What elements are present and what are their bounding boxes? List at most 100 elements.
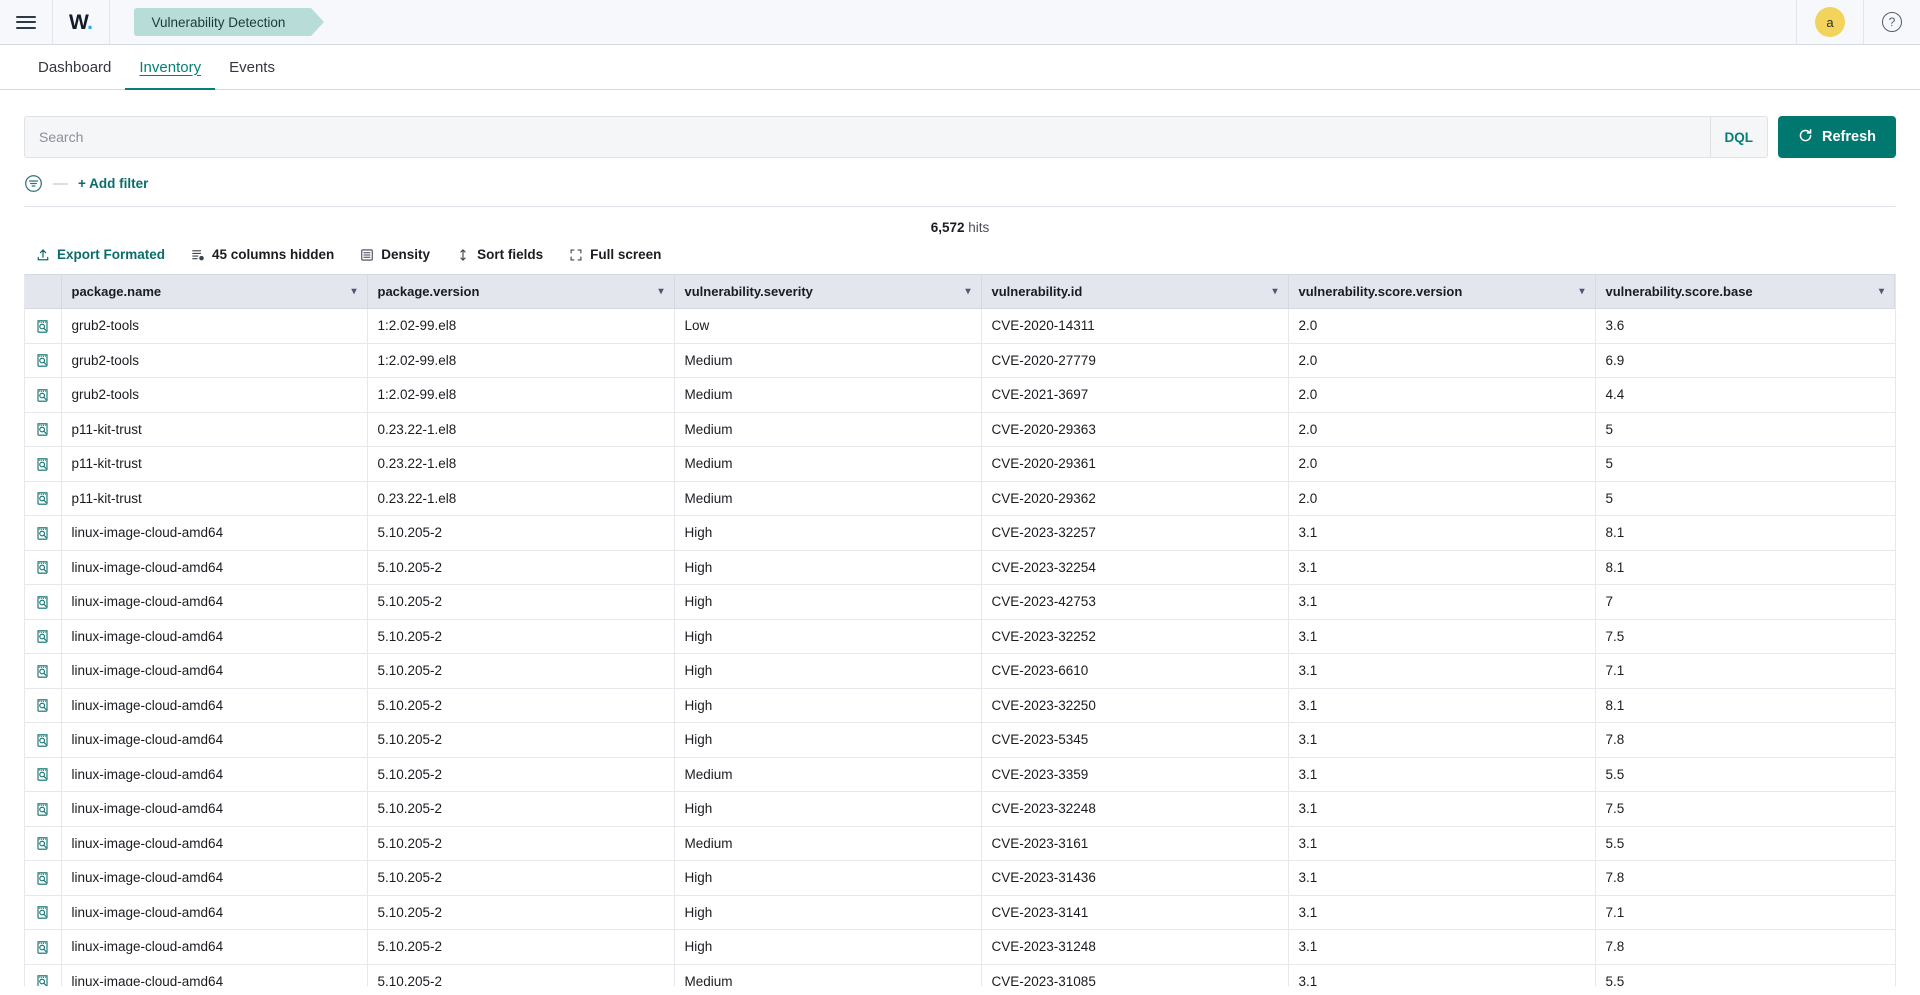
table-row[interactable]: grub2-tools 1:2.02-99.el8 Low CVE-2020-1431… bbox=[25, 308, 1895, 344]
chevron-down-icon[interactable]: ▾ bbox=[965, 286, 970, 297]
table-row[interactable]: linux-image-cloud-amd64 5.10.205-2 Medium C… bbox=[25, 757, 1895, 792]
table-row[interactable]: linux-image-cloud-amd64 5.10.205-2 High CVE… bbox=[25, 860, 1895, 896]
table-cell: 0.23.22-1.el8 bbox=[367, 412, 675, 447]
table-row[interactable]: linux-image-cloud-amd64 5.10.205-2 High CVE… bbox=[25, 791, 1895, 827]
row-expand-cell[interactable] bbox=[25, 688, 62, 723]
row-expand-cell[interactable] bbox=[25, 860, 62, 896]
app-breadcrumb-chip[interactable]: Vulnerability Detection bbox=[133, 8, 325, 36]
table-row[interactable]: p11-kit-trust 0.23.22-1.el8 Medium CVE-2020… bbox=[25, 481, 1895, 516]
add-filter-link[interactable]: + Add filter bbox=[78, 176, 148, 191]
row-expand-cell[interactable] bbox=[25, 481, 62, 516]
inspect-document-icon[interactable] bbox=[35, 422, 50, 437]
filter-list-icon[interactable] bbox=[24, 174, 43, 193]
inspect-document-icon[interactable] bbox=[35, 974, 50, 986]
column-header-package-version[interactable]: package.version ▾ bbox=[367, 274, 675, 309]
table-row[interactable]: grub2-tools 1:2.02-99.el8 Medium CVE-2021-3… bbox=[25, 377, 1895, 413]
table-cell: Medium bbox=[674, 377, 982, 413]
row-expand-cell[interactable] bbox=[25, 584, 62, 620]
help-button[interactable]: ? bbox=[1863, 0, 1920, 44]
inspect-document-icon[interactable] bbox=[35, 905, 50, 920]
user-account-button[interactable]: a bbox=[1796, 0, 1863, 44]
table-cell: linux-image-cloud-amd64 bbox=[61, 619, 368, 654]
refresh-button[interactable]: Refresh bbox=[1778, 116, 1896, 158]
row-expand-cell[interactable] bbox=[25, 722, 62, 758]
columns-hidden-button[interactable]: 45 columns hidden bbox=[191, 247, 334, 262]
table-row[interactable]: linux-image-cloud-amd64 5.10.205-2 High CVE… bbox=[25, 895, 1895, 930]
row-expand-cell[interactable] bbox=[25, 343, 62, 378]
table-row[interactable]: p11-kit-trust 0.23.22-1.el8 Medium CVE-2020… bbox=[25, 446, 1895, 482]
table-cell: High bbox=[674, 860, 982, 896]
inspect-document-icon[interactable] bbox=[35, 526, 50, 541]
full-screen-button[interactable]: Full screen bbox=[569, 247, 661, 262]
inspect-document-icon[interactable] bbox=[35, 802, 50, 817]
column-header-vulnerability-id[interactable]: vulnerability.id ▾ bbox=[981, 274, 1289, 309]
row-expand-cell[interactable] bbox=[25, 757, 62, 792]
table-row[interactable]: linux-image-cloud-amd64 5.10.205-2 High CVE… bbox=[25, 584, 1895, 620]
table-row[interactable]: p11-kit-trust 0.23.22-1.el8 Medium CVE-2020… bbox=[25, 412, 1895, 447]
table-row[interactable]: linux-image-cloud-amd64 5.10.205-2 High CVE… bbox=[25, 929, 1895, 965]
tab-events[interactable]: Events bbox=[215, 45, 289, 89]
dql-language-button[interactable]: DQL bbox=[1709, 117, 1768, 157]
inspect-document-icon[interactable] bbox=[35, 698, 50, 713]
inspect-document-icon[interactable] bbox=[35, 664, 50, 679]
inspect-document-icon[interactable] bbox=[35, 629, 50, 644]
table-cell: 7.1 bbox=[1595, 653, 1895, 689]
row-expand-cell[interactable] bbox=[25, 895, 62, 930]
inspect-document-icon[interactable] bbox=[35, 767, 50, 782]
logo-dot: . bbox=[87, 10, 93, 34]
chevron-down-icon[interactable]: ▾ bbox=[1579, 286, 1584, 297]
inspect-document-icon[interactable] bbox=[35, 595, 50, 610]
menu-toggle-button[interactable] bbox=[0, 0, 53, 44]
table-row[interactable]: linux-image-cloud-amd64 5.10.205-2 High CVE… bbox=[25, 653, 1895, 689]
sort-fields-button[interactable]: Sort fields bbox=[456, 247, 543, 262]
inspect-document-icon[interactable] bbox=[35, 733, 50, 748]
tab-dashboard[interactable]: Dashboard bbox=[24, 45, 125, 89]
chevron-down-icon[interactable]: ▾ bbox=[1272, 286, 1277, 297]
tab-inventory[interactable]: Inventory bbox=[125, 45, 215, 90]
row-expand-cell[interactable] bbox=[25, 515, 62, 551]
inspect-document-icon[interactable] bbox=[35, 940, 50, 955]
table-row[interactable]: linux-image-cloud-amd64 5.10.205-2 High CVE… bbox=[25, 722, 1895, 758]
chevron-down-icon[interactable]: ▾ bbox=[658, 286, 663, 297]
row-expand-cell[interactable] bbox=[25, 550, 62, 585]
row-expand-cell[interactable] bbox=[25, 791, 62, 827]
table-row[interactable]: linux-image-cloud-amd64 5.10.205-2 High CVE… bbox=[25, 688, 1895, 723]
column-header-vulnerability-severity[interactable]: vulnerability.severity ▾ bbox=[674, 274, 982, 309]
inspect-document-icon[interactable] bbox=[35, 491, 50, 506]
row-expand-cell[interactable] bbox=[25, 377, 62, 413]
inspect-document-icon[interactable] bbox=[35, 871, 50, 886]
inspect-document-icon[interactable] bbox=[35, 457, 50, 472]
row-expand-cell[interactable] bbox=[25, 619, 62, 654]
table-row[interactable]: linux-image-cloud-amd64 5.10.205-2 Medium C… bbox=[25, 964, 1895, 986]
export-formated-button[interactable]: Export Formated bbox=[36, 247, 165, 262]
row-expand-cell[interactable] bbox=[25, 964, 62, 986]
chevron-down-icon[interactable]: ▾ bbox=[1879, 286, 1884, 297]
inspect-document-icon[interactable] bbox=[35, 319, 50, 334]
data-grid-scroll-container[interactable]: package.name ▾ package.version ▾ vulnera… bbox=[24, 274, 1896, 986]
column-header-vulnerability-score-version[interactable]: vulnerability.score.version ▾ bbox=[1288, 274, 1596, 309]
column-header-vulnerability-score-base[interactable]: vulnerability.score.base ▾ bbox=[1595, 274, 1895, 309]
row-expand-cell[interactable] bbox=[25, 826, 62, 861]
row-expand-cell[interactable] bbox=[25, 653, 62, 689]
table-cell: 3.1 bbox=[1288, 584, 1596, 620]
inspect-document-icon[interactable] bbox=[35, 388, 50, 403]
app-logo[interactable]: W. bbox=[53, 0, 110, 44]
search-input[interactable] bbox=[25, 117, 1710, 157]
inspect-document-icon[interactable] bbox=[35, 560, 50, 575]
table-row[interactable]: grub2-tools 1:2.02-99.el8 Medium CVE-2020-2… bbox=[25, 343, 1895, 378]
table-row[interactable]: linux-image-cloud-amd64 5.10.205-2 Medium C… bbox=[25, 826, 1895, 861]
row-expand-cell[interactable] bbox=[25, 412, 62, 447]
density-button[interactable]: Density bbox=[360, 247, 430, 262]
inspect-document-icon[interactable] bbox=[35, 353, 50, 368]
table-row[interactable]: linux-image-cloud-amd64 5.10.205-2 High CVE… bbox=[25, 515, 1895, 551]
column-header-package-name[interactable]: package.name ▾ bbox=[61, 274, 368, 309]
table-row[interactable]: linux-image-cloud-amd64 5.10.205-2 High CVE… bbox=[25, 550, 1895, 585]
inspect-document-icon[interactable] bbox=[35, 836, 50, 851]
row-expand-cell[interactable] bbox=[25, 929, 62, 965]
table-cell: 3.1 bbox=[1288, 826, 1596, 861]
row-expand-cell[interactable] bbox=[25, 446, 62, 482]
chevron-down-icon[interactable]: ▾ bbox=[351, 286, 356, 297]
row-expand-cell[interactable] bbox=[25, 308, 62, 344]
table-row[interactable]: linux-image-cloud-amd64 5.10.205-2 High CVE… bbox=[25, 619, 1895, 654]
sort-fields-icon bbox=[456, 248, 470, 262]
